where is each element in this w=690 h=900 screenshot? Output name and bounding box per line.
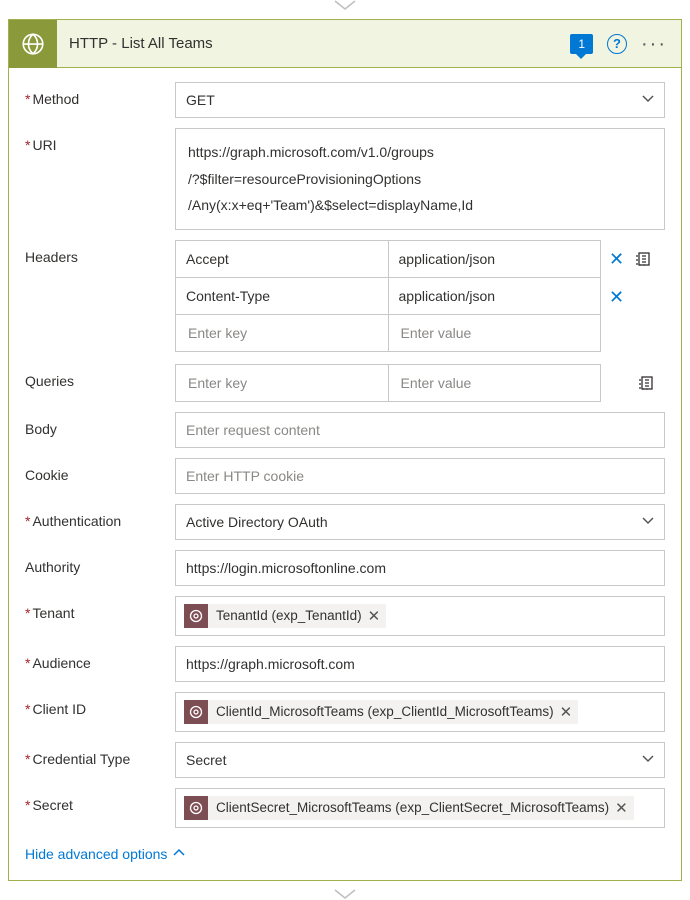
connector-bottom [334,889,356,900]
token-label: TenantId (exp_TenantId) [216,608,362,623]
tenant-input[interactable]: TenantId (exp_TenantId) ✕ [175,596,665,636]
method-select[interactable]: GET [175,82,665,118]
uri-line-1: https://graph.microsoft.com/v1.0/groups [188,139,652,166]
header-key-cell[interactable]: Accept [176,241,388,277]
fx-icon [184,604,208,628]
uri-line-3: /Any(x:x+eq+'Team')&$select=displayName,… [188,192,652,219]
expression-token: ClientSecret_MicrosoftTeams (exp_ClientS… [184,796,634,820]
uri-line-2: /?$filter=resourceProvisioningOptions [188,166,652,193]
expression-token: TenantId (exp_TenantId) ✕ [184,604,386,628]
client-id-label: Client ID [25,692,175,717]
chevron-down-icon [642,514,654,530]
expression-token: ClientId_MicrosoftTeams (exp_ClientId_Mi… [184,700,578,724]
headers-row: Accept application/json [176,241,600,277]
text-mode-icon[interactable] [637,374,655,392]
card-body: Method GET URI https://graph.microsoft.c… [9,68,681,880]
token-label: ClientSecret_MicrosoftTeams (exp_ClientS… [216,800,609,815]
http-globe-icon [9,20,57,68]
chevron-up-icon [173,846,185,862]
http-action-card: HTTP - List All Teams 1 ? ··· Method GET… [8,19,682,881]
body-input[interactable] [175,412,665,448]
method-value: GET [186,92,215,108]
audience-input[interactable] [175,646,665,682]
header-key-input[interactable] [186,324,378,342]
authority-label: Authority [25,550,175,575]
queries-row-empty [176,365,600,401]
header-value-cell[interactable]: application/json [388,278,601,314]
fx-icon [184,700,208,724]
body-label: Body [25,412,175,437]
more-menu-icon[interactable]: ··· [641,34,667,54]
uri-input[interactable]: https://graph.microsoft.com/v1.0/groups … [175,128,665,230]
credential-type-label: Credential Type [25,742,175,767]
tenant-label: Tenant [25,596,175,621]
credential-type-value: Secret [186,752,226,768]
query-value-input[interactable] [399,374,591,392]
audience-label: Audience [25,646,175,671]
cookie-label: Cookie [25,458,175,483]
delete-header-icon[interactable]: ✕ [609,250,624,268]
chevron-down-icon [642,92,654,108]
fx-icon [184,796,208,820]
query-key-input[interactable] [186,374,378,392]
remove-token-icon[interactable]: ✕ [560,703,573,721]
header-value-input[interactable] [399,324,591,342]
authentication-value: Active Directory OAuth [186,514,328,530]
connector-top [334,0,356,11]
client-id-input[interactable]: ClientId_MicrosoftTeams (exp_ClientId_Mi… [175,692,665,732]
headers-row-empty [176,314,600,351]
token-label: ClientId_MicrosoftTeams (exp_ClientId_Mi… [216,704,554,719]
secret-input[interactable]: ClientSecret_MicrosoftTeams (exp_ClientS… [175,788,665,828]
secret-label: Secret [25,788,175,813]
headers-label: Headers [25,240,175,265]
method-label: Method [25,82,175,107]
header-actions: 1 ? ··· [570,34,681,54]
header-value-cell[interactable]: application/json [388,241,601,277]
header-key-cell[interactable]: Content-Type [176,278,388,314]
credential-type-select[interactable]: Secret [175,742,665,778]
comments-button[interactable]: 1 [570,34,593,54]
uri-label: URI [25,128,175,153]
remove-token-icon[interactable]: ✕ [615,799,628,817]
hide-advanced-options-link[interactable]: Hide advanced options [25,846,185,862]
chevron-down-icon [642,752,654,768]
card-title: HTTP - List All Teams [57,35,570,52]
authentication-select[interactable]: Active Directory OAuth [175,504,665,540]
authentication-label: Authentication [25,504,175,529]
headers-row: Content-Type application/json [176,277,600,314]
card-header: HTTP - List All Teams 1 ? ··· [9,20,681,68]
headers-side-actions: ✕ ✕ [601,240,665,354]
authority-input[interactable] [175,550,665,586]
remove-token-icon[interactable]: ✕ [368,607,381,625]
cookie-input[interactable] [175,458,665,494]
queries-label: Queries [25,364,175,389]
headers-table: Accept application/json Content-Type app… [175,240,601,352]
footer-link-label: Hide advanced options [25,846,167,862]
help-icon[interactable]: ? [607,34,627,54]
queries-table [175,364,601,402]
delete-header-icon[interactable]: ✕ [609,288,624,306]
text-mode-icon[interactable] [634,250,652,268]
